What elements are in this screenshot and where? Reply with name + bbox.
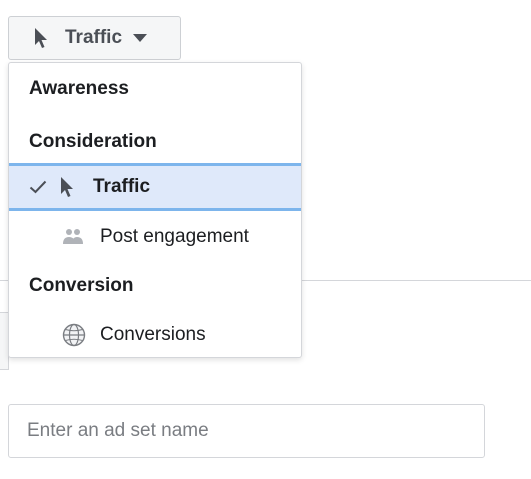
ad-set-name-input[interactable] [8, 404, 485, 458]
people-icon [62, 227, 84, 247]
caret-down-icon [132, 33, 148, 43]
menu-item-label: Post engagement [100, 226, 249, 247]
cursor-icon [33, 27, 49, 49]
menu-item-post-engagement[interactable]: Post engagement [9, 213, 301, 261]
objective-menu: Awareness Consideration Traffic Post eng… [8, 62, 302, 358]
group-header-awareness: Awareness [29, 78, 129, 99]
menu-item-conversions[interactable]: Conversions [9, 311, 301, 359]
menu-item-label: Conversions [100, 324, 206, 345]
objective-button-label: Traffic [65, 27, 123, 48]
checkmark-icon [29, 180, 47, 194]
menu-item-traffic[interactable]: Traffic [9, 163, 301, 211]
menu-item-label: Traffic [93, 176, 151, 197]
objective-dropdown-button[interactable]: Traffic [8, 16, 181, 60]
globe-icon [62, 323, 86, 347]
group-header-consideration: Consideration [29, 131, 157, 152]
cursor-icon [59, 176, 75, 198]
group-header-conversion: Conversion [29, 275, 134, 296]
page: Traffic Awareness Consideration Traffic [0, 0, 531, 479]
